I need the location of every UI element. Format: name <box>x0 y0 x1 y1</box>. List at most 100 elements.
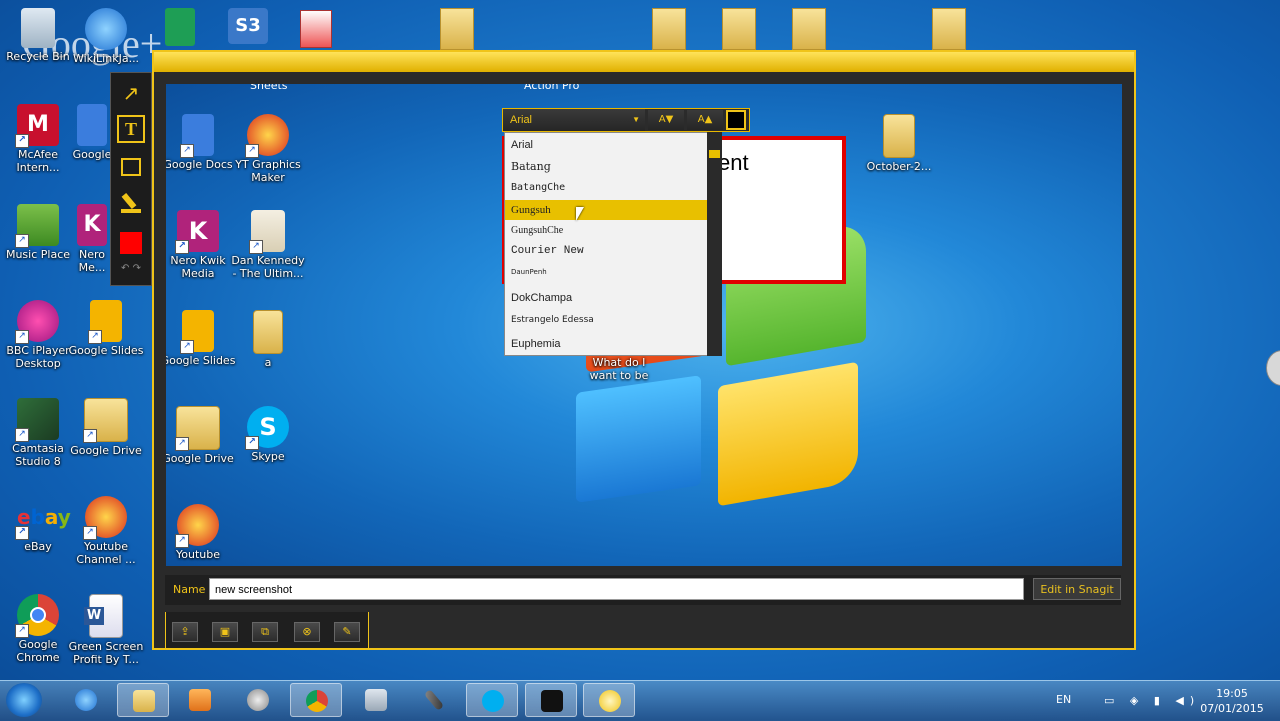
folder-icon[interactable] <box>932 8 966 50</box>
windows-logo <box>576 375 701 503</box>
font-option[interactable]: Batang <box>511 157 707 177</box>
font-list-scrollbar[interactable] <box>707 132 722 356</box>
desktop-icon[interactable]: ↗ Google Slides <box>66 300 146 357</box>
canvas-icon-label: What do I want to be <box>589 356 649 382</box>
copy-icon[interactable]: ⧉ <box>252 622 278 642</box>
highlighter-tool-icon[interactable] <box>117 189 145 217</box>
canvas-icon[interactable]: What do I want to be <box>579 356 659 382</box>
font-option[interactable]: Arial <box>511 135 707 155</box>
desktop-icon[interactable]: ↗ Youtube Channel ... <box>66 496 146 566</box>
ie-icon <box>85 8 127 50</box>
clock-date: 07/01/2015 <box>1200 702 1264 715</box>
font-option[interactable]: Estrangelo Edessa <box>511 310 707 330</box>
drawing-tools-palette: ↗ T ↶ ↷ <box>110 72 152 286</box>
canvas-icon[interactable]: ↗ Dan Kennedy - The Ultim... <box>228 210 308 280</box>
chevron-down-icon: ▼ <box>632 115 640 124</box>
ie-icon[interactable] <box>60 683 112 717</box>
desktop-icon-label: Google Drive <box>70 444 142 457</box>
chrome-icon: ↗ <box>15 594 59 638</box>
media-player-icon[interactable] <box>174 683 226 717</box>
calculator-icon[interactable] <box>350 683 402 717</box>
google-docs-icon: ↗ <box>180 114 214 158</box>
language-indicator[interactable]: EN <box>1056 693 1071 706</box>
font-option[interactable]: BatangChe <box>511 178 707 198</box>
action-button-bar: ⇪ ▣ ⧉ ⊗ ✎ <box>165 612 369 649</box>
google-slides-icon: ↗ <box>88 300 122 344</box>
canvas-icon-label: YT Graphics Maker <box>235 158 301 184</box>
canvas-icon[interactable]: ↗ Youtube <box>166 504 238 561</box>
desktop-icon[interactable]: WikiLinkJa... <box>66 8 146 65</box>
recycle-bin-icon <box>21 8 55 48</box>
canvas-icon[interactable]: October-2... <box>859 114 939 173</box>
window-title-bar[interactable] <box>154 52 1134 72</box>
name-label: Name <box>173 583 206 596</box>
blackberry-icon[interactable] <box>525 683 577 717</box>
canvas-icon-label: October-2... <box>866 160 932 173</box>
folder-icon[interactable] <box>440 8 474 50</box>
text-tool-icon[interactable]: T <box>117 115 145 143</box>
pdf-icon: ↗ <box>249 210 285 254</box>
scrollbar-thumb[interactable] <box>709 150 720 158</box>
google-slides-icon: ↗ <box>180 310 214 354</box>
word-icon: W <box>84 594 123 638</box>
music-place-icon: ↗ <box>15 204 59 248</box>
desktop-icon-label: WikiLinkJa... <box>72 52 140 65</box>
font-option[interactable]: Courier New <box>511 241 707 261</box>
folder-icon[interactable] <box>652 8 686 50</box>
rectangle-tool-icon[interactable] <box>117 153 145 181</box>
canvas-icon[interactable]: ↗ YT Graphics Maker <box>228 114 308 184</box>
nero-icon: K ↗ <box>175 210 219 254</box>
color-picker-swatch[interactable] <box>117 229 145 257</box>
desktop-icon[interactable]: W Green Screen Profit By T... <box>66 594 146 666</box>
chrome-icon[interactable] <box>290 683 342 717</box>
canvas-icon[interactable]: a <box>228 310 308 369</box>
snagit-icon[interactable] <box>583 683 635 717</box>
canvas-icon-label: Youtube <box>176 548 220 561</box>
parrot-icon: ↗ <box>245 114 289 158</box>
skype-icon[interactable] <box>466 683 518 717</box>
font-dropdown-list[interactable]: Arial Batang BatangChe Gungsuh GungsuhCh… <box>504 132 722 356</box>
bbc-iplayer-icon: ↗ <box>15 300 59 344</box>
font-size-decrease-button[interactable]: A▼ <box>648 110 684 130</box>
offscreen-button[interactable] <box>1266 350 1280 386</box>
callout-text: ent <box>718 150 749 175</box>
clock[interactable]: 19:05 07/01/2015 <box>1192 686 1272 716</box>
canvas-icon-label: Dan Kennedy - The Ultim... <box>231 254 305 280</box>
s3-icon[interactable]: S3 <box>228 8 268 44</box>
font-option-selected[interactable]: Gungsuh <box>505 200 713 220</box>
font-option[interactable]: GungsuhChe <box>511 221 707 241</box>
parrot-icon: ↗ <box>83 496 127 540</box>
explorer-icon[interactable] <box>117 683 169 717</box>
font-option[interactable]: DokChampa <box>511 288 707 308</box>
mcafee-icon: M ↗ <box>15 104 59 148</box>
desktop-icon[interactable]: ↗ Google Drive <box>66 398 146 457</box>
microphone-icon[interactable] <box>408 683 460 717</box>
ebay-icon: ebay ↗ <box>15 496 71 540</box>
close-icon[interactable]: ⊗ <box>294 622 320 642</box>
canvas-icon-label: a <box>264 356 272 369</box>
save-icon[interactable]: ▣ <box>212 622 238 642</box>
folder-icon <box>883 114 915 158</box>
arrow-tool-icon[interactable]: ↗ <box>117 79 145 107</box>
sheets-icon[interactable] <box>165 8 195 46</box>
parrot-icon: ↗ <box>175 504 219 548</box>
share-icon[interactable]: ⇪ <box>172 622 198 642</box>
undo-redo-icon[interactable]: ↶ ↷ <box>117 263 145 277</box>
font-size-increase-button[interactable]: A▲ <box>687 110 723 130</box>
font-option[interactable]: Euphemia <box>511 334 707 354</box>
canvas-icon[interactable]: S ↗ Skype <box>228 406 308 463</box>
tray-icons[interactable]: ▭ ◈ ▮ ◀) <box>1104 694 1200 707</box>
nero-icon: K <box>77 204 107 246</box>
folder-icon[interactable] <box>792 8 826 50</box>
edit-in-snagit-button[interactable]: Edit in Snagit <box>1033 578 1121 600</box>
font-option[interactable]: DaunPenh <box>511 262 707 282</box>
start-orb-icon[interactable] <box>6 683 42 717</box>
screenshot-name-input[interactable]: new screenshot <box>209 578 1024 600</box>
font-color-swatch[interactable] <box>726 110 746 130</box>
circle-app-icon[interactable] <box>232 683 284 717</box>
settings-icon[interactable]: ✎ <box>334 622 360 642</box>
folder-icon[interactable] <box>722 8 756 50</box>
windows-logo <box>718 361 858 507</box>
folder-icon[interactable] <box>300 10 332 48</box>
font-family-select[interactable]: Arial ▼ <box>503 109 645 131</box>
